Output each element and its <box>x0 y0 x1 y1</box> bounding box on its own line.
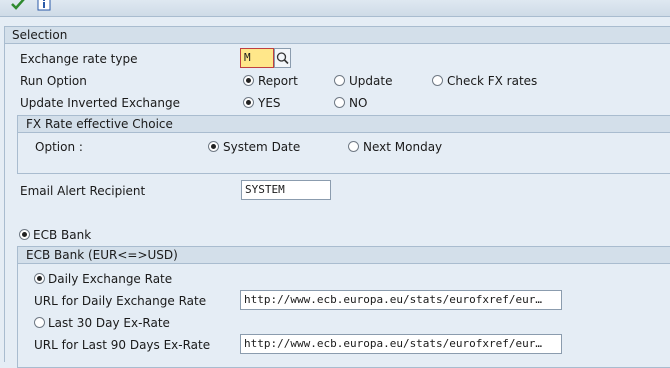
ecb-bank-label[interactable]: ECB Bank <box>33 227 91 243</box>
update-inverted-yes-radio[interactable] <box>243 97 254 108</box>
last30-label[interactable]: Last 30 Day Ex-Rate <box>48 315 170 331</box>
run-option-check-fx-radio[interactable] <box>432 75 443 86</box>
update-inverted-no-radio[interactable] <box>334 97 345 108</box>
update-inverted-yes-label[interactable]: YES <box>258 95 281 111</box>
run-option-report-label[interactable]: Report <box>258 73 298 89</box>
fx-system-date-radio[interactable] <box>208 141 219 152</box>
exchange-rate-type-label: Exchange rate type <box>20 52 138 66</box>
fx-system-date-label[interactable]: System Date <box>223 139 300 155</box>
fx-choice-group: FX Rate effective Choice <box>17 115 670 174</box>
update-inverted-no-label[interactable]: NO <box>349 95 367 111</box>
fx-choice-title: FX Rate effective Choice <box>26 117 173 131</box>
run-option-report-radio[interactable] <box>243 75 254 86</box>
email-recipient-input[interactable]: SYSTEM <box>241 180 331 200</box>
last30-radio[interactable] <box>34 317 45 328</box>
toolbar <box>0 0 670 17</box>
run-option-update-radio[interactable] <box>334 75 345 86</box>
run-option-check-fx-label[interactable]: Check FX rates <box>447 73 537 89</box>
fx-next-monday-radio[interactable] <box>348 141 359 152</box>
last90-url-input[interactable]: http://www.ecb.europa.eu/stats/eurofxref… <box>240 334 562 354</box>
info-icon[interactable] <box>37 0 51 11</box>
magnifier-icon <box>276 52 289 65</box>
daily-rate-label[interactable]: Daily Exchange Rate <box>48 271 172 287</box>
search-help-button[interactable] <box>274 48 291 68</box>
fx-choice-header: FX Rate effective Choice <box>18 116 670 133</box>
ecb-bank-radio[interactable] <box>19 229 30 240</box>
selection-title: Selection <box>12 28 68 42</box>
ecb-group-title: ECB Bank (EUR<=>USD) <box>26 248 178 262</box>
run-option-update-label[interactable]: Update <box>349 73 392 89</box>
exchange-rate-type-input[interactable]: M <box>240 48 274 68</box>
checkmark-icon[interactable] <box>11 0 25 11</box>
email-recipient-label: Email Alert Recipient <box>20 184 146 198</box>
fx-next-monday-label[interactable]: Next Monday <box>363 139 442 155</box>
daily-url-label: URL for Daily Exchange Rate <box>34 294 207 308</box>
run-option-label: Run Option <box>20 74 87 88</box>
update-inverted-label: Update Inverted Exchange <box>20 96 180 110</box>
fx-option-label: Option : <box>35 140 83 154</box>
daily-rate-radio[interactable] <box>34 273 45 284</box>
ecb-group-header: ECB Bank (EUR<=>USD) <box>18 247 670 264</box>
last90-url-label: URL for Last 90 Days Ex-Rate <box>34 338 211 352</box>
daily-url-input[interactable]: http://www.ecb.europa.eu/stats/eurofxref… <box>240 290 562 310</box>
